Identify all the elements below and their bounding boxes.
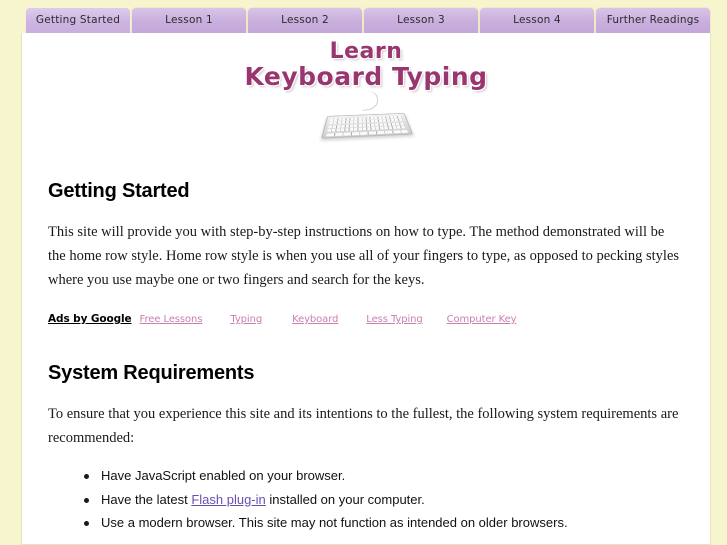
- tab-getting-started[interactable]: Getting Started: [25, 7, 131, 34]
- keyboard-body-icon: [321, 112, 414, 139]
- list-item-text-before: Have JavaScript enabled on your browser.: [101, 468, 346, 483]
- list-item: Have JavaScript enabled on your browser.: [84, 468, 683, 485]
- tab-label: Lesson 2: [281, 14, 329, 26]
- ad-link-free-lessons[interactable]: Free Lessons: [140, 314, 203, 325]
- tab-label: Lesson 3: [397, 14, 445, 26]
- list-item-text-after: installed on your computer.: [265, 491, 425, 507]
- keyboard-cable-icon: [359, 89, 380, 112]
- content-panel: Learn Keyboard Typing Getting Started Th…: [21, 33, 711, 545]
- logo-line-2: Keyboard Typing: [244, 62, 488, 91]
- system-requirements-paragraph: To ensure that you experience this site …: [48, 406, 679, 446]
- list-item-text-before: Use a modern browser. This site may not …: [101, 515, 568, 530]
- tab-label: Getting Started: [35, 14, 121, 26]
- page-title: Getting Started: [48, 180, 190, 202]
- requirements-list: Have JavaScript enabled on your browser.…: [48, 468, 683, 532]
- tab-label: Lesson 4: [513, 14, 561, 26]
- ads-by-google-label[interactable]: Ads by Google: [48, 313, 132, 325]
- logo-line-1: Learn: [329, 39, 403, 64]
- tab-bar: Getting Started Lesson 1 Lesson 2 Lesson…: [0, 0, 727, 34]
- ad-link-keyboard[interactable]: Keyboard: [292, 314, 338, 325]
- site-logo: Learn Keyboard Typing: [22, 33, 710, 148]
- ad-link-computer-key[interactable]: Computer Key: [447, 314, 517, 325]
- tab-lesson-4[interactable]: Lesson 4: [479, 7, 595, 34]
- tab-further-readings[interactable]: Further Readings: [595, 7, 711, 34]
- tab-lesson-2[interactable]: Lesson 2: [247, 7, 363, 34]
- tab-lesson-1[interactable]: Lesson 1: [131, 7, 247, 34]
- google-ads-strip: Ads by Google Free Lessons Typing Keyboard L…: [48, 313, 683, 327]
- list-item: Have the latest Flash plug-in installed …: [84, 492, 683, 509]
- section-heading-system-requirements: System Requirements: [48, 362, 255, 384]
- list-item-text-before: Have the latest: [101, 491, 192, 507]
- page-root: Getting Started Lesson 1 Lesson 2 Lesson…: [0, 0, 727, 545]
- ad-link-typing[interactable]: Typing: [230, 314, 262, 325]
- article-body: Getting Started This site will provide y…: [22, 180, 710, 544]
- ad-link-less-typing[interactable]: Less Typing: [366, 314, 422, 325]
- tab-lesson-3[interactable]: Lesson 3: [363, 7, 479, 34]
- keyboard-icon: [321, 89, 414, 139]
- logo-wordmark: Learn Keyboard Typing: [22, 39, 710, 91]
- tab-label: Further Readings: [606, 14, 700, 26]
- intro-paragraph: This site will provide you with step-by-…: [48, 224, 680, 288]
- list-item: Use a modern browser. This site may not …: [84, 515, 683, 532]
- tab-label: Lesson 1: [165, 14, 213, 26]
- flash-plugin-link[interactable]: Flash plug-in: [191, 492, 265, 507]
